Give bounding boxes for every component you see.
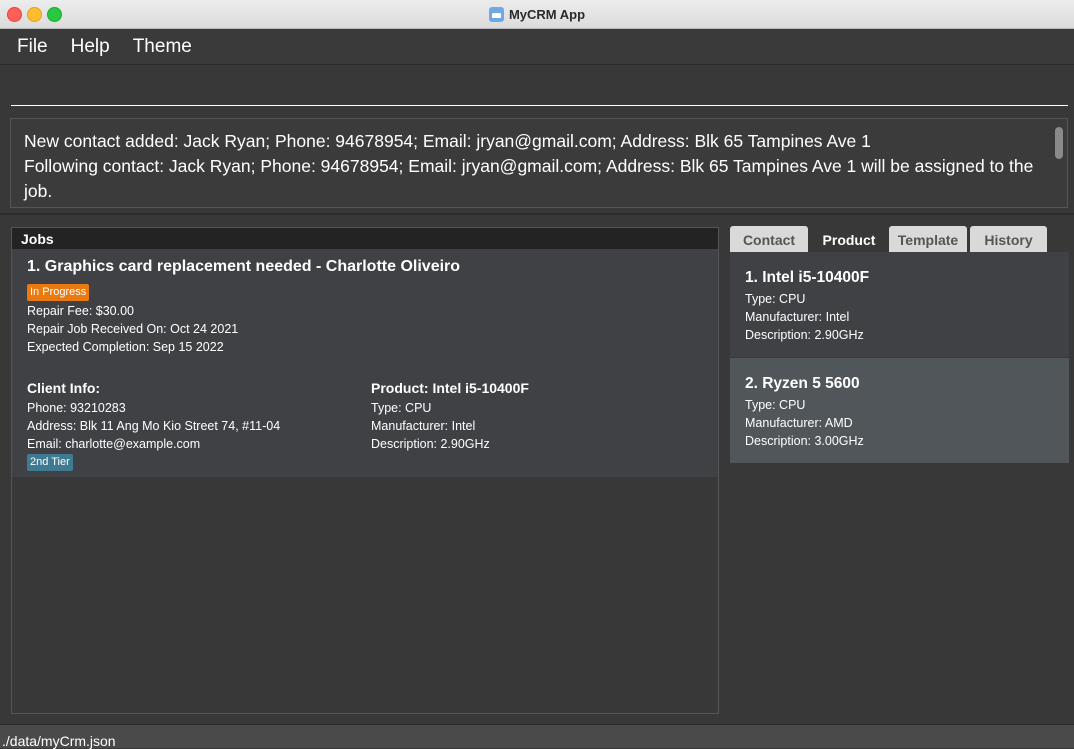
command-input[interactable] [11, 70, 1068, 106]
product-heading: Product: Intel i5-10400F [371, 380, 529, 396]
product-type: Type: CPU [745, 292, 806, 306]
repair-fee: Repair Fee: $30.00 [27, 304, 135, 318]
product-list-item[interactable]: 1. Intel i5-10400F Type: CPU Manufacture… [730, 252, 1069, 357]
product-description: Description: 2.90GHz [371, 437, 490, 451]
product-description: Description: 3.00GHz [745, 434, 864, 448]
split-divider[interactable] [0, 213, 1074, 215]
product-list: 1. Intel i5-10400F Type: CPU Manufacture… [730, 252, 1069, 714]
job-card[interactable]: 1. Graphics card replacement needed - Ch… [12, 249, 718, 477]
menu-bar: File Help Theme [0, 29, 1074, 65]
result-display: New contact added: Jack Ryan; Phone: 946… [10, 118, 1068, 208]
tab-history[interactable]: History [970, 226, 1047, 252]
product-name: 1. Intel i5-10400F [745, 269, 870, 286]
status-bar: ./data/myCrm.json [0, 724, 1074, 749]
result-line: job. [24, 181, 53, 201]
menu-help[interactable]: Help [71, 36, 110, 58]
product-list-item[interactable]: 2. Ryzen 5 5600 Type: CPU Manufacturer: … [730, 358, 1069, 463]
app-icon [488, 6, 504, 22]
tab-product[interactable]: Product [811, 226, 887, 252]
product-manufacturer: Manufacturer: AMD [745, 416, 853, 430]
window-title: MyCRM App [508, 6, 586, 22]
window-title-group: MyCRM App [0, 0, 1074, 28]
jobs-header: Jobs [12, 228, 718, 249]
jobs-panel: Jobs 1. Graphics card replacement needed… [11, 227, 719, 714]
tier-badge: 2nd Tier [27, 454, 73, 471]
expected-completion: Expected Completion: Sep 15 2022 [27, 340, 224, 354]
product-type: Type: CPU [745, 398, 806, 412]
product-description: Description: 2.90GHz [745, 328, 864, 342]
client-phone: Phone: 93210283 [27, 401, 126, 415]
job-title: 1. Graphics card replacement needed - Ch… [27, 258, 461, 275]
product-manufacturer: Manufacturer: Intel [371, 419, 476, 433]
status-badge: In Progress [27, 284, 90, 301]
product-type: Type: CPU [371, 401, 432, 415]
tab-template[interactable]: Template [889, 226, 967, 252]
title-bar: MyCRM App [0, 0, 1074, 29]
result-line: Following contact: Jack Ryan; Phone: 946… [24, 156, 1034, 176]
menu-file[interactable]: File [17, 36, 48, 58]
result-text: New contact added: Jack Ryan; Phone: 946… [24, 129, 1034, 204]
tab-contact[interactable]: Contact [730, 226, 808, 252]
client-info-heading: Client Info: [27, 380, 101, 396]
command-box [0, 65, 1074, 113]
result-line: New contact added: Jack Ryan; Phone: 946… [24, 131, 871, 151]
product-name: 2. Ryzen 5 5600 [745, 375, 860, 392]
client-email: Email: charlotte@example.com [27, 437, 201, 451]
result-scrollbar[interactable] [1055, 127, 1063, 159]
client-address: Address: Blk 11 Ang Mo Kio Street 74, #1… [27, 419, 281, 433]
received-date: Repair Job Received On: Oct 24 2021 [27, 322, 239, 336]
menu-theme[interactable]: Theme [133, 36, 192, 58]
product-manufacturer: Manufacturer: Intel [745, 310, 850, 324]
